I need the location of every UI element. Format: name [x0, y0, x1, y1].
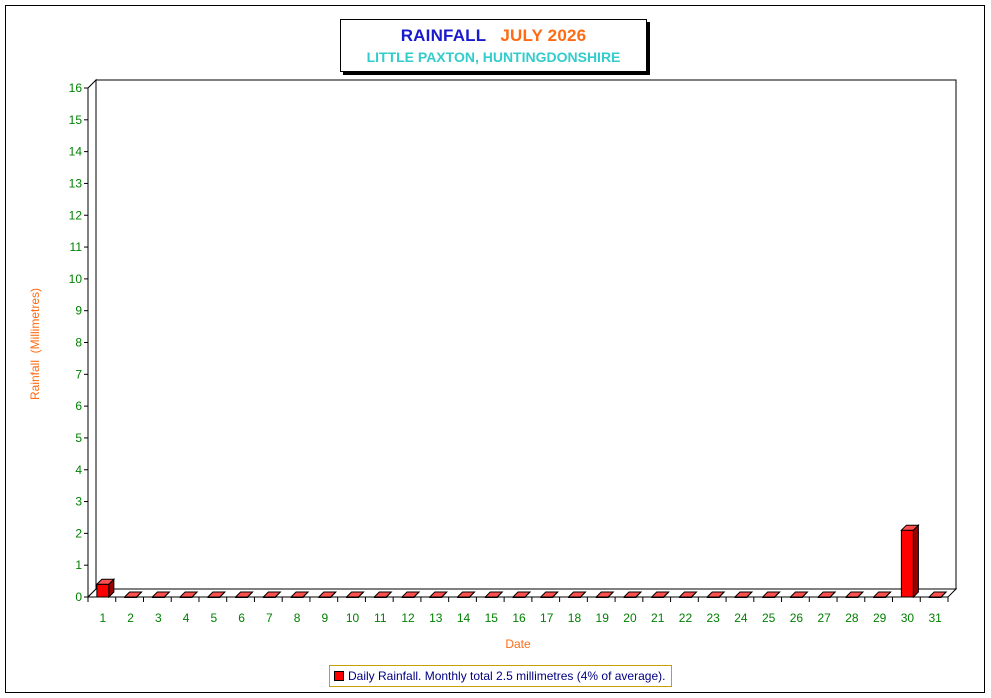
y-tick-label: 16 — [69, 81, 83, 95]
x-tick-label: 25 — [762, 611, 776, 625]
x-tick-label: 21 — [651, 611, 665, 625]
y-tick-label: 15 — [69, 113, 83, 127]
y-tick-label: 9 — [75, 304, 82, 318]
x-tick-label: 6 — [238, 611, 245, 625]
legend-label: Daily Rainfall. Monthly total 2.5 millim… — [348, 669, 666, 683]
bar — [900, 529, 914, 598]
x-tick-label: 22 — [679, 611, 693, 625]
side-wall — [87, 78, 97, 599]
x-tick-label: 17 — [540, 611, 554, 625]
y-tick-label: 12 — [69, 208, 83, 222]
axes-layer — [86, 78, 958, 599]
x-tick-label: 18 — [568, 611, 582, 625]
x-tick-label: 3 — [155, 611, 162, 625]
y-tick-label: 3 — [75, 495, 82, 509]
legend-swatch — [334, 671, 344, 681]
x-tick-label: 5 — [210, 611, 217, 625]
x-tick-label: 1 — [100, 611, 107, 625]
x-tick-label: 28 — [845, 611, 859, 625]
y-tick-label: 0 — [75, 590, 82, 604]
chart-location: LITTLE PAXTON, HUNTINGDONSHIRE — [366, 49, 621, 65]
x-tick-label: 13 — [429, 611, 443, 625]
y-tick-label: 2 — [75, 526, 82, 540]
y-tick-label: 6 — [75, 399, 82, 413]
chart-title-box: RAINFALL JULY 2026 LITTLE PAXTON, HUNTING… — [340, 19, 647, 72]
x-tick-label: 8 — [294, 611, 301, 625]
x-tick-label: 9 — [321, 611, 328, 625]
y-axis-title: Rainfall (Millimetres) — [28, 288, 42, 400]
back-wall — [95, 79, 957, 590]
y-tick-label: 11 — [70, 240, 83, 254]
x-tick-label: 26 — [790, 611, 804, 625]
y-tick-label: 14 — [69, 145, 83, 159]
x-tick-label: 31 — [928, 611, 942, 625]
chart-period: JULY 2026 — [500, 26, 587, 45]
x-tick-label: 30 — [901, 611, 915, 625]
y-tick-label: 4 — [75, 463, 82, 477]
bar — [96, 583, 110, 598]
x-tick-label: 16 — [512, 611, 526, 625]
x-axis-title: Date — [505, 637, 531, 651]
x-tick-label: 10 — [346, 611, 360, 625]
y-tick-label: 7 — [75, 367, 82, 381]
x-tick-label: 27 — [817, 611, 831, 625]
x-tick-label: 15 — [485, 611, 499, 625]
x-tick-label: 23 — [707, 611, 721, 625]
x-tick-label: 20 — [623, 611, 637, 625]
y-tick-label: 10 — [69, 272, 83, 286]
y-tick-label: 8 — [75, 336, 82, 350]
bar-side — [912, 523, 919, 599]
rainfall-chart: 0123456789101112131415161 2 3 4 5 6 7 8 9 10 11 12 1… — [28, 78, 958, 651]
x-tick-label: 19 — [596, 611, 610, 625]
x-tick-label: 11 — [374, 611, 387, 625]
y-tick-label: 13 — [69, 176, 83, 190]
x-tick-label: 29 — [873, 611, 887, 625]
x-tick-label: 2 — [127, 611, 134, 625]
x-tick-label: 12 — [401, 611, 415, 625]
x-tick-label: 4 — [183, 611, 190, 625]
x-tick-label: 14 — [457, 611, 471, 625]
y-tick-label: 1 — [75, 558, 82, 572]
y-tick-label: 5 — [75, 431, 82, 445]
legend: Daily Rainfall. Monthly total 2.5 millim… — [329, 665, 673, 687]
x-tick-label: 7 — [266, 611, 273, 625]
chart-title: RAINFALL — [400, 26, 487, 45]
x-tick-label: 24 — [734, 611, 748, 625]
